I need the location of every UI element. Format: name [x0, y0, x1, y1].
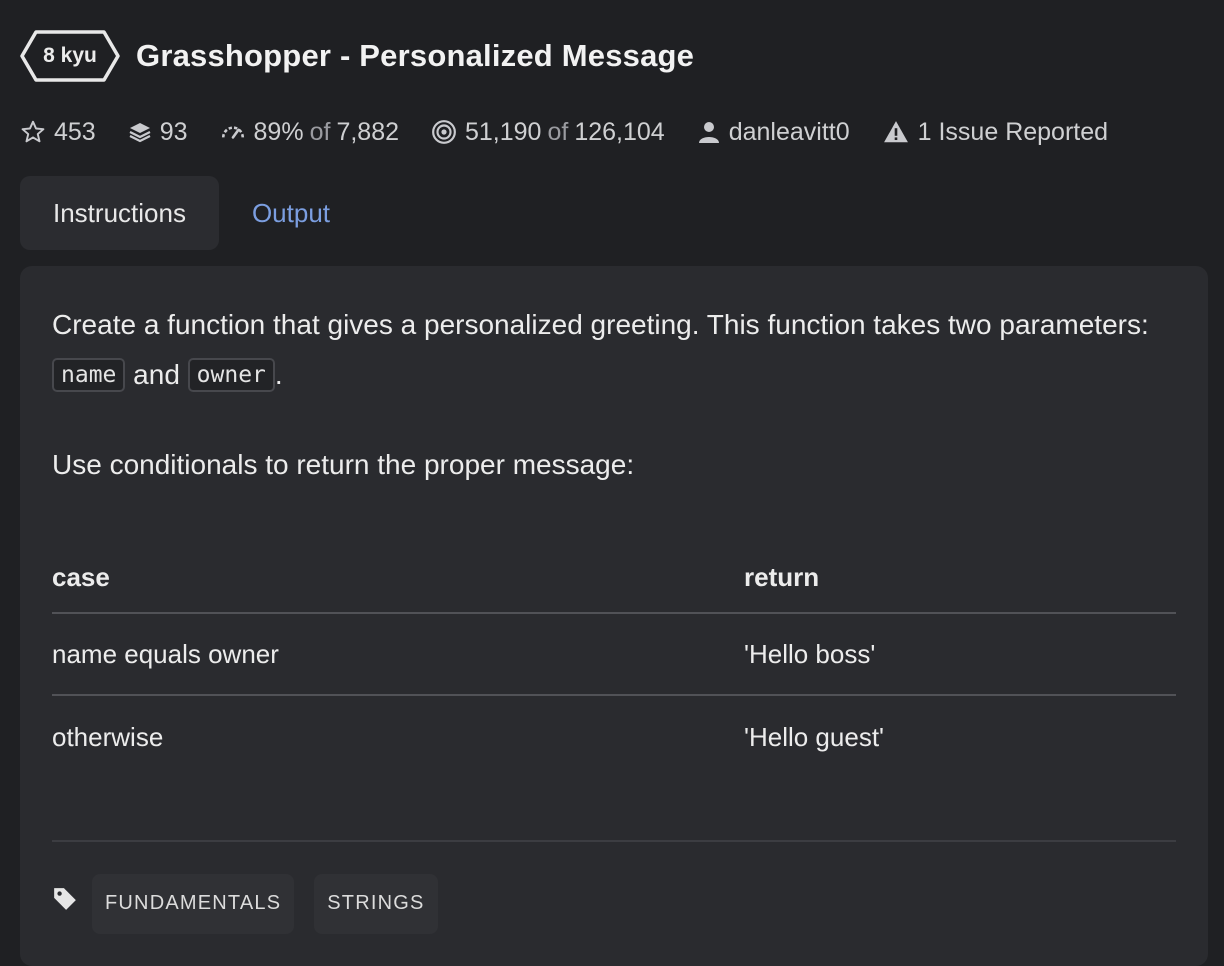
layers-icon [128, 119, 152, 145]
table-cell: 'Hello guest' [744, 721, 885, 752]
rank-badge: 8 kyu [20, 30, 120, 82]
collections-stat[interactable]: 93 [128, 118, 188, 147]
table-row: name equals owner 'Hello boss' [52, 614, 1176, 696]
instructions-content: Create a function that gives a personali… [52, 300, 1176, 490]
instructions-paragraph-2: Use conditionals to return the proper me… [52, 449, 635, 480]
gauge-icon [220, 119, 246, 145]
cases-table: case return name equals owner 'Hello bos… [52, 544, 1176, 778]
tag-icon [52, 886, 78, 912]
code-owner: owner [187, 358, 275, 392]
table-cell: name equals owner [52, 638, 279, 669]
completed-of: of [547, 117, 569, 146]
issues-stat[interactable]: 1 Issue Reported [882, 118, 1108, 147]
instructions-text: Create a function that gives a personali… [52, 309, 1149, 340]
tag-strings[interactable]: STRINGS [314, 874, 438, 934]
user-icon [697, 119, 721, 145]
instructions-paragraph-1: Create a function that gives a personali… [52, 300, 1176, 400]
issues-label[interactable]: 1 Issue Reported [918, 118, 1108, 147]
kata-title: Grasshopper - Personalized Message [136, 38, 695, 73]
table-header-row: case return [52, 544, 1176, 614]
satisfaction-percent: 89% [253, 117, 304, 146]
satisfaction-total: 7,882 [336, 117, 399, 146]
kata-stats: 453 93 89% of 7,882 51,190 of 126,104 da… [20, 112, 1210, 152]
satisfaction-of: of [309, 117, 331, 146]
kata-tabs: Instructions Output [20, 176, 363, 250]
target-icon [431, 119, 457, 145]
code-name: name [52, 358, 126, 392]
attempted-count: 126,104 [574, 117, 665, 146]
section-divider [52, 840, 1176, 842]
warning-icon [882, 119, 910, 145]
stars-count: 453 [54, 117, 96, 146]
table-cell: otherwise [52, 721, 164, 752]
table-cell: 'Hello boss' [744, 638, 876, 669]
rank-label: 8 kyu [43, 44, 97, 67]
instructions-text: and [133, 359, 180, 390]
completion-stat: 51,190 of 126,104 [431, 118, 665, 147]
author-name[interactable]: danleavitt0 [729, 118, 850, 147]
tag-fundamentals[interactable]: FUNDAMENTALS [92, 874, 295, 934]
author-stat[interactable]: danleavitt0 [697, 118, 850, 147]
satisfaction-stat: 89% of 7,882 [220, 118, 399, 147]
table-header-return: return [744, 562, 820, 592]
kata-header: 8 kyu Grasshopper - Personalized Message [20, 28, 694, 84]
tab-instructions[interactable]: Instructions [20, 176, 219, 250]
star-icon [20, 119, 46, 145]
tab-output[interactable]: Output [219, 176, 363, 250]
completed-count: 51,190 [465, 117, 542, 146]
collections-count: 93 [159, 117, 188, 146]
instructions-panel: Create a function that gives a personali… [20, 266, 1208, 966]
table-row: otherwise 'Hello guest' [52, 696, 1176, 778]
stars-stat[interactable]: 453 [20, 118, 96, 147]
tag-list: FUNDAMENTALS STRINGS [52, 874, 458, 934]
table-header-case: case [52, 562, 110, 592]
instructions-text: . [274, 359, 283, 390]
